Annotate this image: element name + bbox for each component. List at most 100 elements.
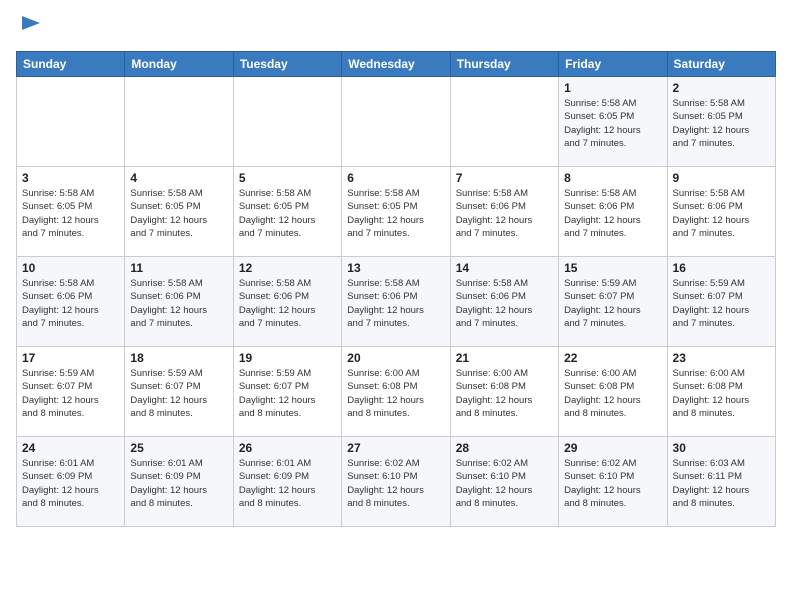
day-cell: 9 Sunrise: 5:58 AM Sunset: 6:06 PM Daylig… — [667, 167, 775, 257]
day-number: 28 — [456, 441, 553, 455]
day-info: Sunrise: 6:01 AM Sunset: 6:09 PM Dayligh… — [130, 457, 227, 510]
calendar-table: SundayMondayTuesdayWednesdayThursdayFrid… — [16, 51, 776, 527]
day-cell: 1 Sunrise: 5:58 AM Sunset: 6:05 PM Daylig… — [559, 77, 667, 167]
logo-arrow-icon — [20, 12, 42, 34]
day-cell: 29 Sunrise: 6:02 AM Sunset: 6:10 PM Dayli… — [559, 437, 667, 527]
day-info: Sunrise: 5:59 AM Sunset: 6:07 PM Dayligh… — [564, 277, 661, 330]
day-info: Sunrise: 6:02 AM Sunset: 6:10 PM Dayligh… — [564, 457, 661, 510]
day-number: 30 — [673, 441, 770, 455]
day-info: Sunrise: 5:58 AM Sunset: 6:06 PM Dayligh… — [673, 187, 770, 240]
day-info: Sunrise: 5:58 AM Sunset: 6:06 PM Dayligh… — [564, 187, 661, 240]
day-cell: 17Sunrise: 5:59 AM Sunset: 6:07 PM Dayli… — [17, 347, 125, 437]
day-info: Sunrise: 6:00 AM Sunset: 6:08 PM Dayligh… — [456, 367, 553, 420]
day-cell: 15 Sunrise: 5:59 AM Sunset: 6:07 PM Dayli… — [559, 257, 667, 347]
day-number: 2 — [673, 81, 770, 95]
day-info: Sunrise: 6:00 AM Sunset: 6:08 PM Dayligh… — [564, 367, 661, 420]
day-info: Sunrise: 5:58 AM Sunset: 6:05 PM Dayligh… — [347, 187, 444, 240]
day-cell: 7Sunrise: 5:58 AM Sunset: 6:06 PM Daylig… — [450, 167, 558, 257]
day-cell — [233, 77, 341, 167]
day-cell: 19 Sunrise: 5:59 AM Sunset: 6:07 PM Dayli… — [233, 347, 341, 437]
day-info: Sunrise: 5:58 AM Sunset: 6:05 PM Dayligh… — [22, 187, 119, 240]
day-cell: 14Sunrise: 5:58 AM Sunset: 6:06 PM Dayli… — [450, 257, 558, 347]
day-cell — [450, 77, 558, 167]
day-cell: 30 Sunrise: 6:03 AM Sunset: 6:11 PM Dayli… — [667, 437, 775, 527]
day-info: Sunrise: 5:58 AM Sunset: 6:05 PM Dayligh… — [564, 97, 661, 150]
day-number: 23 — [673, 351, 770, 365]
day-info: Sunrise: 5:58 AM Sunset: 6:06 PM Dayligh… — [22, 277, 119, 330]
weekday-header-saturday: Saturday — [667, 52, 775, 77]
day-cell: 11 Sunrise: 5:58 AM Sunset: 6:06 PM Dayli… — [125, 257, 233, 347]
weekday-header-tuesday: Tuesday — [233, 52, 341, 77]
day-number: 7 — [456, 171, 553, 185]
day-cell: 24Sunrise: 6:01 AM Sunset: 6:09 PM Dayli… — [17, 437, 125, 527]
weekday-header-row: SundayMondayTuesdayWednesdayThursdayFrid… — [17, 52, 776, 77]
day-number: 24 — [22, 441, 119, 455]
day-info: Sunrise: 5:58 AM Sunset: 6:05 PM Dayligh… — [673, 97, 770, 150]
weekday-header-thursday: Thursday — [450, 52, 558, 77]
week-row-4: 17 Sunrise: 5:59 AM Sunset: 6:07 PM Dayli… — [17, 347, 776, 437]
day-cell: 25 Sunrise: 6:01 AM Sunset: 6:09 PM Dayli… — [125, 437, 233, 527]
day-number: 26 — [239, 441, 336, 455]
day-number: 15 — [564, 261, 661, 275]
day-number: 13 — [347, 261, 444, 275]
day-cell: 6 Sunrise: 5:58 AM Sunset: 6:05 PM Daylig… — [342, 167, 450, 257]
day-number: 6 — [347, 171, 444, 185]
day-number: 1 — [564, 81, 661, 95]
day-cell: 20 Sunrise: 6:00 AM Sunset: 6:08 PM Dayli… — [342, 347, 450, 437]
day-number: 25 — [130, 441, 227, 455]
day-number: 11 — [130, 261, 227, 275]
day-cell: 10 Sunrise: 5:58 AM Sunset: 6:06 PM Dayli… — [17, 257, 125, 347]
day-cell: 13 Sunrise: 5:58 AM Sunset: 6:06 PM Dayli… — [342, 257, 450, 347]
day-cell: 12 Sunrise: 5:58 AM Sunset: 6:06 PM Dayli… — [233, 257, 341, 347]
weekday-header-monday: Monday — [125, 52, 233, 77]
day-number: 18 — [130, 351, 227, 365]
weekday-header-friday: Friday — [559, 52, 667, 77]
day-number: 12 — [239, 261, 336, 275]
day-info: Sunrise: 5:58 AM Sunset: 6:06 PM Dayligh… — [347, 277, 444, 330]
week-row-1: 1 Sunrise: 5:58 AM Sunset: 6:05 PM Daylig… — [17, 77, 776, 167]
day-info: Sunrise: 5:59 AM Sunset: 6:07 PM Dayligh… — [673, 277, 770, 330]
day-info: Sunrise: 5:59 AM Sunset: 6:07 PM Dayligh… — [130, 367, 227, 420]
day-cell: 8 Sunrise: 5:58 AM Sunset: 6:06 PM Daylig… — [559, 167, 667, 257]
day-cell: 18 Sunrise: 5:59 AM Sunset: 6:07 PM Dayli… — [125, 347, 233, 437]
day-info: Sunrise: 6:00 AM Sunset: 6:08 PM Dayligh… — [673, 367, 770, 420]
day-number: 8 — [564, 171, 661, 185]
day-cell: 23 Sunrise: 6:00 AM Sunset: 6:08 PM Dayli… — [667, 347, 775, 437]
day-info: Sunrise: 6:00 AM Sunset: 6:08 PM Dayligh… — [347, 367, 444, 420]
day-cell: 22 Sunrise: 6:00 AM Sunset: 6:08 PM Dayli… — [559, 347, 667, 437]
day-cell: 3 Sunrise: 5:58 AM Sunset: 6:05 PM Daylig… — [17, 167, 125, 257]
day-info: Sunrise: 5:59 AM Sunset: 6:07 PM Dayligh… — [239, 367, 336, 420]
day-number: 17 — [22, 351, 119, 365]
day-number: 19 — [239, 351, 336, 365]
day-number: 9 — [673, 171, 770, 185]
weekday-header-wednesday: Wednesday — [342, 52, 450, 77]
week-row-3: 10 Sunrise: 5:58 AM Sunset: 6:06 PM Dayli… — [17, 257, 776, 347]
day-cell: 26 Sunrise: 6:01 AM Sunset: 6:09 PM Dayli… — [233, 437, 341, 527]
day-number: 4 — [130, 171, 227, 185]
day-number: 22 — [564, 351, 661, 365]
day-number: 3 — [22, 171, 119, 185]
day-cell — [342, 77, 450, 167]
day-info: Sunrise: 5:58 AM Sunset: 6:05 PM Dayligh… — [130, 187, 227, 240]
logo — [16, 16, 42, 39]
day-info: Sunrise: 6:02 AM Sunset: 6:10 PM Dayligh… — [456, 457, 553, 510]
day-number: 10 — [22, 261, 119, 275]
day-cell — [125, 77, 233, 167]
day-info: Sunrise: 5:58 AM Sunset: 6:06 PM Dayligh… — [456, 277, 553, 330]
day-info: Sunrise: 5:58 AM Sunset: 6:06 PM Dayligh… — [239, 277, 336, 330]
day-info: Sunrise: 6:01 AM Sunset: 6:09 PM Dayligh… — [239, 457, 336, 510]
day-number: 27 — [347, 441, 444, 455]
weekday-header-sunday: Sunday — [17, 52, 125, 77]
day-info: Sunrise: 5:58 AM Sunset: 6:06 PM Dayligh… — [130, 277, 227, 330]
day-info: Sunrise: 6:03 AM Sunset: 6:11 PM Dayligh… — [673, 457, 770, 510]
day-cell: 21 Sunrise: 6:00 AM Sunset: 6:08 PM Dayli… — [450, 347, 558, 437]
day-cell: 5Sunrise: 5:58 AM Sunset: 6:05 PM Daylig… — [233, 167, 341, 257]
day-cell: 27 Sunrise: 6:02 AM Sunset: 6:10 PM Dayli… — [342, 437, 450, 527]
day-number: 16 — [673, 261, 770, 275]
day-number: 29 — [564, 441, 661, 455]
page-header — [16, 16, 776, 39]
day-info: Sunrise: 6:02 AM Sunset: 6:10 PM Dayligh… — [347, 457, 444, 510]
week-row-5: 24 Sunrise: 6:01 AM Sunset: 6:09 PM Dayli… — [17, 437, 776, 527]
day-number: 21 — [456, 351, 553, 365]
day-number: 20 — [347, 351, 444, 365]
